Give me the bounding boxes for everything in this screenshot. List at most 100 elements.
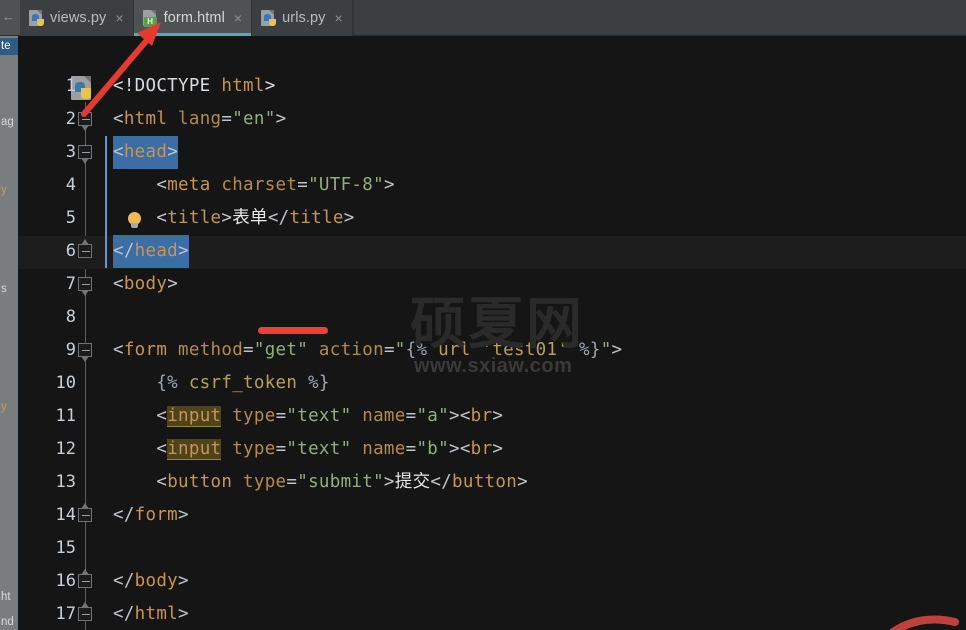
structure-item[interactable]: y [0,182,18,199]
tab-views-py[interactable]: views.py × [20,0,134,36]
line-number: 8 [65,307,76,327]
code-line[interactable]: 10 {% csrf_token %} [18,367,966,400]
code-token: > [264,76,276,96]
code-token: </ [267,208,290,228]
code-line-text: </body> [113,565,189,598]
line-number: 2 [65,109,76,129]
structure-item[interactable]: ag [0,114,18,131]
code-line-text: <input type="text" name="a"><br> [113,400,503,433]
code-token: = [405,439,417,459]
code-line[interactable]: 6 </head> [18,235,966,268]
code-line[interactable]: 8 [18,301,966,334]
code-fold-toggle[interactable] [76,235,96,268]
code-token: name [362,439,406,459]
code-line[interactable]: 15 [18,532,966,565]
close-icon[interactable]: × [115,11,123,25]
code-token: > [343,208,355,228]
tab-label: views.py [50,10,107,26]
code-token: > [383,472,395,492]
code-token: 'test01' [481,340,569,360]
code-token: " [394,340,406,360]
html-file-icon: H [142,9,158,27]
code-fold-toggle[interactable] [76,598,96,630]
code-token: > [517,472,528,492]
tab-form-html[interactable]: H form.html × [133,0,253,36]
code-token: form [123,340,168,360]
code-fold-toggle[interactable] [76,268,96,301]
code-token: = [286,472,298,492]
close-icon[interactable]: × [335,11,343,25]
code-token: "UTF-8" [308,175,384,195]
code-token: > [178,571,189,591]
code-token: csrf_token [178,373,309,393]
code-token: > [221,208,233,228]
tab-nav-stub[interactable]: ← [0,0,20,35]
structure-item-spacer [0,36,18,53]
code-token: = [297,175,309,195]
code-line-text: <meta charset="UTF-8"> [113,169,395,202]
structure-item[interactable]: ht [0,589,18,606]
code-token: type [243,472,287,492]
line-number: 4 [65,175,76,195]
code-fold-toggle[interactable] [76,499,96,532]
code-token: html [221,76,265,96]
code-line[interactable]: 11 <input type="text" name="a"><br> [18,400,966,433]
tab-label: form.html [163,10,225,26]
code-line[interactable]: 4 <meta charset="UTF-8"> [18,169,966,202]
code-line-text: <body> [113,268,178,301]
code-token: > [178,241,189,261]
code-token: charset [221,175,298,195]
code-fold-toggle[interactable] [76,103,96,136]
python-file-icon [28,9,44,27]
code-token: > [178,604,189,624]
tab-label: urls.py [282,10,326,26]
line-number: 11 [55,406,76,426]
code-line[interactable]: 17 </html> [18,598,966,630]
close-icon[interactable]: × [234,11,242,25]
code-line[interactable]: 5 <title>表单</title> [18,202,966,235]
code-token: = [275,439,287,459]
structure-item[interactable]: y [0,399,18,416]
structure-item[interactable]: s [0,281,18,298]
code-token: type [232,439,276,459]
code-line[interactable]: 13 <button type="submit">提交</button> [18,466,966,499]
code-token: > [178,505,189,525]
code-line[interactable]: 9 <form method="get" action="{% url 'test… [18,334,966,367]
code-token: {% [405,340,428,360]
code-line[interactable]: 14 </form> [18,499,966,532]
structure-item[interactable]: nd [0,614,18,630]
code-fold-toggle[interactable] [76,334,96,367]
code-token: < [113,472,168,492]
code-token: type [232,406,276,426]
code-line[interactable]: 7 <body> [18,268,966,301]
code-line[interactable]: 16 </body> [18,565,966,598]
code-line[interactable]: 2 <html lang="en"> [18,103,966,136]
code-line[interactable]: 1 <!DOCTYPE html> [18,70,966,103]
code-line-text: <input type="text" name="b"><br> [113,433,503,466]
code-line[interactable]: 3 <head> [18,136,966,169]
code-fold-toggle[interactable] [76,565,96,598]
code-line-text: </html> [113,598,189,630]
code-editor[interactable]: 1 <!DOCTYPE html> 2 <html lang="en"> 3 <head>… [18,36,966,630]
structure-panel-strip[interactable]: te ag y s y ht nd [0,36,18,630]
tab-urls-py[interactable]: urls.py × [252,0,353,36]
code-line[interactable]: 12 <input type="text" name="b"><br> [18,433,966,466]
code-token: input [167,439,222,460]
code-token: > [611,340,623,360]
code-fold-toggle[interactable] [76,136,96,169]
code-token: br [470,439,493,459]
back-arrow-icon[interactable]: ← [2,10,15,23]
code-token: < [459,439,471,459]
code-line-text: <title>表单</title> [113,202,355,235]
line-number: 5 [65,208,76,228]
code-token: title [289,208,344,228]
html-icon-letter: H [143,16,157,27]
code-token: < [113,340,124,360]
code-token: method [178,340,244,360]
